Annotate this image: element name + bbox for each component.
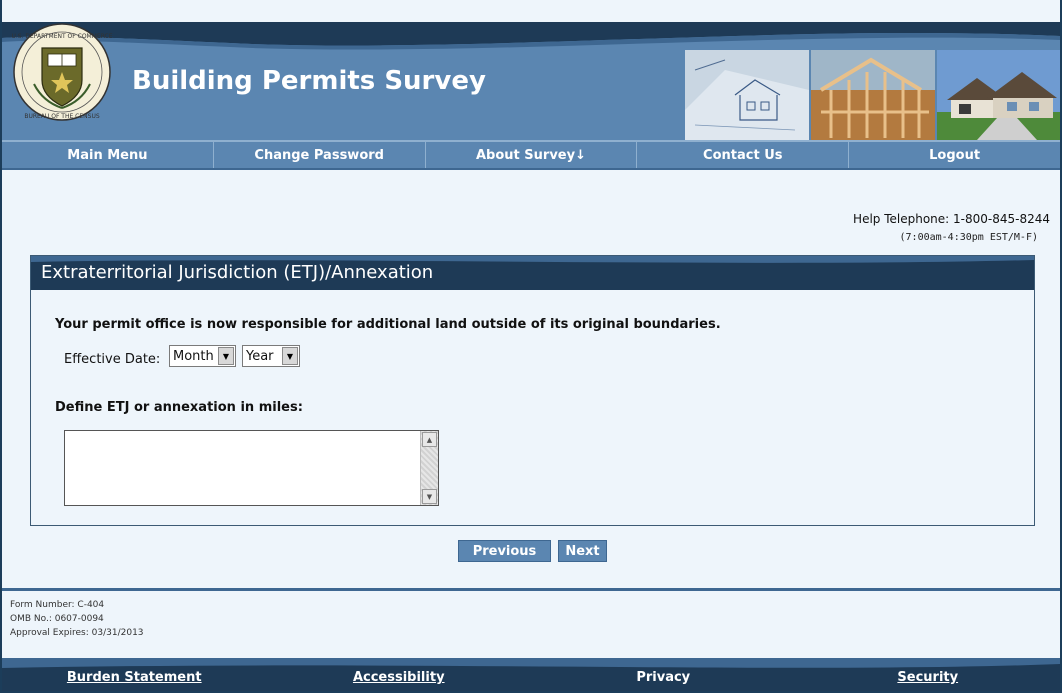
blueprint-photo <box>685 50 809 140</box>
textarea-scrollbar[interactable]: ▲ ▼ <box>420 431 438 505</box>
panel-header: Extraterritorial Jurisdiction (ETJ)/Anne… <box>31 256 1034 290</box>
footer-separator <box>2 588 1060 591</box>
year-select[interactable]: Year ▼ <box>242 345 300 367</box>
footer-link-security[interactable]: Security <box>796 670 1061 685</box>
main-nav: Main Menu Change Password About Survey↓ … <box>2 140 1060 170</box>
month-select[interactable]: Month ▼ <box>169 345 236 367</box>
scroll-down-icon[interactable]: ▼ <box>422 489 437 504</box>
footer-link-privacy[interactable]: Privacy <box>531 670 796 685</box>
year-select-value: Year <box>246 348 274 364</box>
etj-miles-textarea[interactable]: ▲ ▼ <box>64 430 439 506</box>
nav-about-survey[interactable]: About Survey↓ <box>426 142 638 168</box>
chevron-down-icon[interactable]: ▼ <box>218 347 234 365</box>
next-button[interactable]: Next <box>558 540 607 562</box>
footer-links: Burden Statement Accessibility Privacy S… <box>2 670 1060 685</box>
effective-date-label: Effective Date: <box>64 352 161 367</box>
panel-title: Extraterritorial Jurisdiction (ETJ)/Anne… <box>41 262 434 283</box>
footer-link-burden-statement[interactable]: Burden Statement <box>2 670 267 685</box>
header-photos <box>685 50 1060 140</box>
footer-link-accessibility[interactable]: Accessibility <box>267 670 532 685</box>
nav-logout[interactable]: Logout <box>849 142 1060 168</box>
seal-text-bottom: BUREAU OF THE CENSUS <box>24 113 99 120</box>
help-hours: (7:00am-4:30pm EST/M-F) <box>899 232 1038 243</box>
chevron-down-icon[interactable]: ▼ <box>282 347 298 365</box>
nav-main-menu[interactable]: Main Menu <box>2 142 214 168</box>
etj-panel: Extraterritorial Jurisdiction (ETJ)/Anne… <box>30 255 1035 526</box>
house-photo <box>937 50 1060 140</box>
question-define-etj: Define ETJ or annexation in miles: <box>55 400 303 415</box>
census-seal-logo: U.S. DEPARTMENT OF COMMERCE BUREAU OF TH… <box>11 23 113 121</box>
seal-text-top: U.S. DEPARTMENT OF COMMERCE <box>11 33 112 40</box>
header-wave-decoration <box>2 22 1060 50</box>
site-footer: Burden Statement Accessibility Privacy S… <box>2 658 1060 691</box>
page-frame: U.S. DEPARTMENT OF COMMERCE BUREAU OF TH… <box>0 0 1062 693</box>
nav-change-password[interactable]: Change Password <box>214 142 426 168</box>
month-select-value: Month <box>173 348 214 364</box>
form-info: Form Number: C-404 OMB No.: 0607-0094 Ap… <box>10 598 144 640</box>
help-telephone: Help Telephone: 1-800-845-8244 <box>853 212 1050 226</box>
scroll-up-icon[interactable]: ▲ <box>422 432 437 447</box>
site-title: Building Permits Survey <box>132 66 486 96</box>
previous-button[interactable]: Previous <box>458 540 551 562</box>
form-number: Form Number: C-404 <box>10 600 105 610</box>
house-frame-photo <box>811 50 935 140</box>
site-header: U.S. DEPARTMENT OF COMMERCE BUREAU OF TH… <box>2 22 1060 140</box>
approval-expires: Approval Expires: 03/31/2013 <box>10 628 144 638</box>
omb-number: OMB No.: 0607-0094 <box>10 614 104 624</box>
question-additional-land: Your permit office is now responsible fo… <box>55 317 721 332</box>
nav-contact-us[interactable]: Contact Us <box>637 142 850 168</box>
